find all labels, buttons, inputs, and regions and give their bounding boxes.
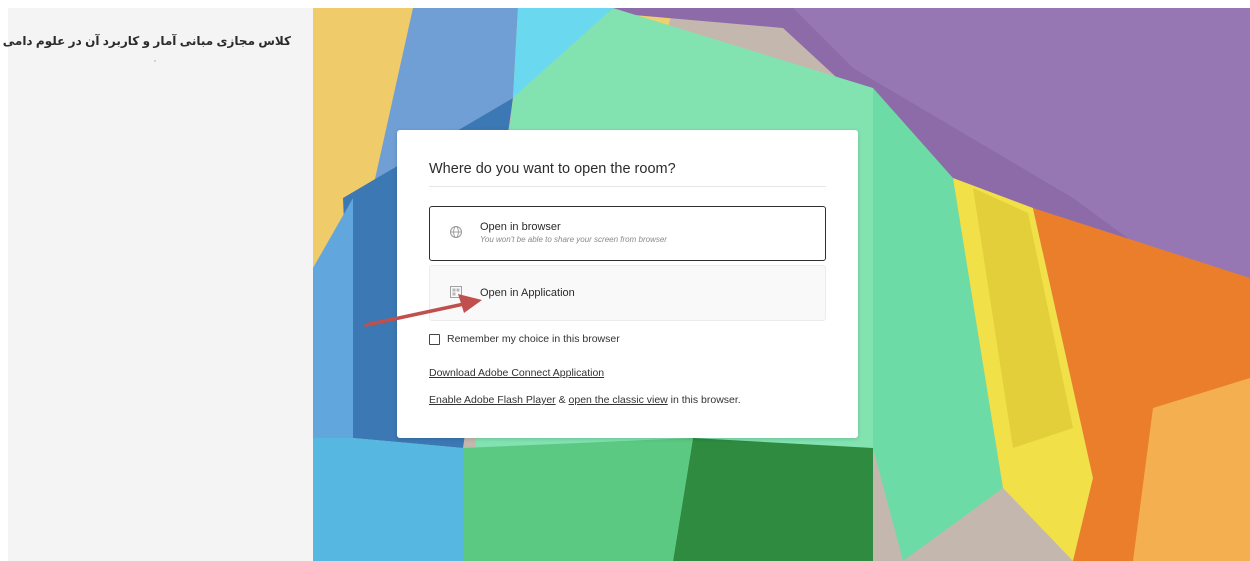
sidebar: کلاس مجازی مبانی آمار و کاربرد آن در علو… (3, 8, 313, 561)
adobe-connect-launch-page: کلاس مجازی مبانی آمار و کاربرد آن در علو… (0, 0, 1250, 561)
classic-view-suffix: in this browser. (670, 394, 741, 406)
decorative-dot (154, 60, 156, 62)
room-title: کلاس مجازی مبانی آمار و کاربرد آن در علو… (2, 34, 291, 48)
enable-flash-link[interactable]: Enable Adobe Flash Player (429, 394, 556, 406)
open-in-browser-note: You won't be able to share your screen f… (480, 235, 667, 244)
dialog-title: Where do you want to open the room? (429, 161, 676, 177)
annotation-arrow (364, 294, 482, 327)
ampersand-text: & (558, 394, 566, 406)
download-application-link[interactable]: Download Adobe Connect Application (429, 367, 604, 379)
globe-icon (450, 226, 462, 238)
remember-choice-row: Remember my choice in this browser (429, 332, 620, 346)
remember-choice-checkbox[interactable] (429, 333, 440, 345)
remember-choice-label[interactable]: Remember my choice in this browser (447, 333, 620, 345)
download-row: Download Adobe Connect Application (429, 367, 604, 379)
classic-view-link[interactable]: open the classic view (569, 394, 668, 406)
title-divider (429, 186, 826, 187)
open-room-dialog: Where do you want to open the room? Open… (397, 130, 858, 438)
open-in-browser-label: Open in browser (480, 221, 561, 233)
open-in-browser-option[interactable]: Open in browser You won't be able to sha… (429, 206, 826, 261)
open-in-application-label: Open in Application (480, 287, 575, 299)
flash-classic-row: Enable Adobe Flash Player & open the cla… (429, 394, 741, 406)
